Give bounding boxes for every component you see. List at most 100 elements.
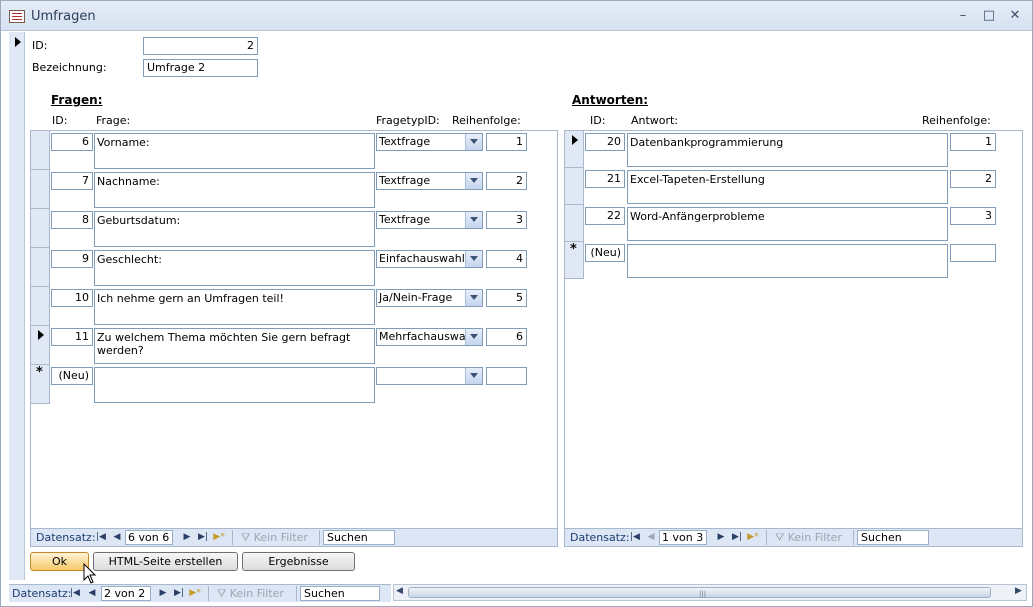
last-record-icon[interactable]: ▶|: [173, 587, 185, 599]
frage-id-field[interactable]: 7: [51, 172, 93, 190]
minimize-button[interactable]: –: [953, 7, 973, 25]
antwort-reihenfolge-field[interactable]: 2: [950, 170, 996, 188]
nav-separator: [853, 530, 854, 545]
frage-text-field[interactable]: Vorname:: [94, 133, 375, 169]
first-record-icon[interactable]: |◀: [95, 531, 107, 543]
html-page-button[interactable]: HTML-Seite erstellen: [93, 552, 238, 571]
antworten-row-selector[interactable]: *: [565, 242, 584, 279]
fragetyp-combo[interactable]: Textfrage: [376, 172, 483, 190]
first-record-icon[interactable]: |◀: [629, 531, 641, 543]
frage-id-field[interactable]: 6: [51, 133, 93, 151]
scrollbar-thumb[interactable]: |||: [408, 587, 991, 598]
new-record-icon[interactable]: ▶*: [747, 531, 759, 543]
fragen-row-selector[interactable]: [31, 170, 50, 209]
last-record-icon[interactable]: ▶|: [731, 531, 743, 543]
fragetyp-combo[interactable]: Einfachauswahl: [376, 250, 483, 268]
frage-text-field[interactable]: Ich nehme gern an Umfragen teil!: [94, 289, 375, 325]
filter-icon: ⛛: [241, 531, 254, 544]
new-record-icon: *: [36, 365, 43, 380]
frage-text-field[interactable]: [94, 367, 375, 403]
filter-label: Kein Filter: [253, 531, 308, 544]
frage-text-field[interactable]: Zu welchem Thema möchten Sie gern befrag…: [94, 328, 375, 364]
scroll-left-icon[interactable]: ◀: [396, 586, 403, 596]
fragen-row-selector[interactable]: [31, 131, 50, 170]
chevron-down-icon[interactable]: [465, 251, 482, 267]
antworten-row-selector[interactable]: [565, 131, 584, 168]
new-record-icon[interactable]: ▶*: [213, 531, 225, 543]
reihenfolge-field[interactable]: 1: [486, 133, 527, 151]
record-position-field[interactable]: 2 von 2: [101, 586, 151, 601]
frage-text-field[interactable]: Geburtsdatum:: [94, 211, 375, 247]
prev-record-icon[interactable]: ◀: [645, 531, 657, 543]
chevron-down-icon[interactable]: [465, 212, 482, 228]
record-position-field[interactable]: 6 von 6: [125, 530, 173, 545]
antwort-reihenfolge-field[interactable]: 3: [950, 207, 996, 225]
filter-status[interactable]: ⛛ Kein Filter: [775, 531, 842, 545]
prev-record-icon[interactable]: ◀: [111, 531, 123, 543]
scroll-right-icon[interactable]: ▶: [1015, 586, 1022, 596]
first-record-icon[interactable]: |◀: [69, 587, 81, 599]
chevron-down-icon[interactable]: [465, 368, 482, 384]
frage-id-field[interactable]: 9: [51, 250, 93, 268]
reihenfolge-field[interactable]: 3: [486, 211, 527, 229]
frage-id-field[interactable]: (Neu): [51, 367, 93, 385]
fragetyp-combo[interactable]: Textfrage: [376, 211, 483, 229]
last-record-icon[interactable]: ▶|: [197, 531, 209, 543]
filter-status[interactable]: ⛛ Kein Filter: [241, 531, 308, 545]
bezeichnung-field[interactable]: Umfrage 2: [143, 59, 258, 77]
antwort-text-field[interactable]: Datenbankprogrammierung: [627, 133, 948, 167]
antwort-reihenfolge-field[interactable]: [950, 244, 996, 262]
fragen-row-selector[interactable]: [31, 209, 50, 248]
antwort-id-field[interactable]: (Neu): [585, 244, 625, 262]
fragetyp-combo[interactable]: Ja/Nein-Frage: [376, 289, 483, 307]
chevron-down-icon[interactable]: [465, 134, 482, 150]
record-selector[interactable]: [9, 32, 25, 580]
ok-button[interactable]: Ok: [30, 552, 89, 571]
record-position-field[interactable]: 1 von 3: [659, 530, 707, 545]
frage-id-field[interactable]: 11: [51, 328, 93, 346]
fragetyp-combo[interactable]: [376, 367, 483, 385]
frage-text-field[interactable]: Nachname:: [94, 172, 375, 208]
horizontal-scrollbar[interactable]: ◀ ||| ▶: [393, 584, 1027, 601]
filter-status[interactable]: ⛛ Kein Filter: [217, 587, 284, 601]
search-field[interactable]: Suchen: [300, 586, 380, 601]
reihenfolge-field[interactable]: 5: [486, 289, 527, 307]
fragen-row-selector[interactable]: [31, 287, 50, 326]
antworten-row-selector[interactable]: [565, 205, 584, 242]
search-field[interactable]: Suchen: [323, 530, 395, 545]
frage-text-field[interactable]: Geschlecht:: [94, 250, 375, 286]
id-field[interactable]: 2: [143, 37, 258, 55]
antwort-text-field[interactable]: Excel-Tapeten-Erstellung: [627, 170, 948, 204]
reihenfolge-field[interactable]: 2: [486, 172, 527, 190]
fragen-row-selector[interactable]: [31, 248, 50, 287]
antwort-id-field[interactable]: 21: [585, 170, 625, 188]
reihenfolge-field[interactable]: [486, 367, 527, 385]
next-record-icon[interactable]: ▶: [715, 531, 727, 543]
antwort-text-field[interactable]: [627, 244, 948, 278]
search-field[interactable]: Suchen: [857, 530, 929, 545]
fragen-row-selector[interactable]: [31, 326, 50, 365]
chevron-down-icon[interactable]: [465, 173, 482, 189]
next-record-icon[interactable]: ▶: [181, 531, 193, 543]
fragetyp-combo[interactable]: Mehrfachauswa: [376, 328, 483, 346]
close-button[interactable]: ✕: [1005, 7, 1025, 25]
antwort-id-field[interactable]: 20: [585, 133, 625, 151]
antwort-text-field[interactable]: Word-Anfängerprobleme: [627, 207, 948, 241]
maximize-button[interactable]: □: [979, 7, 999, 25]
chevron-down-icon[interactable]: [465, 290, 482, 306]
prev-record-icon[interactable]: ◀: [86, 587, 98, 599]
next-record-icon[interactable]: ▶: [157, 587, 169, 599]
reihenfolge-field[interactable]: 4: [486, 250, 527, 268]
reihenfolge-field[interactable]: 6: [486, 328, 527, 346]
title-bar: Umfragen – □ ✕: [1, 1, 1032, 31]
chevron-down-icon[interactable]: [465, 329, 482, 345]
frage-id-field[interactable]: 10: [51, 289, 93, 307]
new-record-icon[interactable]: ▶*: [189, 587, 201, 599]
frage-id-field[interactable]: 8: [51, 211, 93, 229]
fragen-row-selector[interactable]: *: [31, 365, 50, 404]
antwort-id-field[interactable]: 22: [585, 207, 625, 225]
antworten-row-selector[interactable]: [565, 168, 584, 205]
ergebnisse-button[interactable]: Ergebnisse: [242, 552, 355, 571]
antwort-reihenfolge-field[interactable]: 1: [950, 133, 996, 151]
fragetyp-combo[interactable]: Textfrage: [376, 133, 483, 151]
